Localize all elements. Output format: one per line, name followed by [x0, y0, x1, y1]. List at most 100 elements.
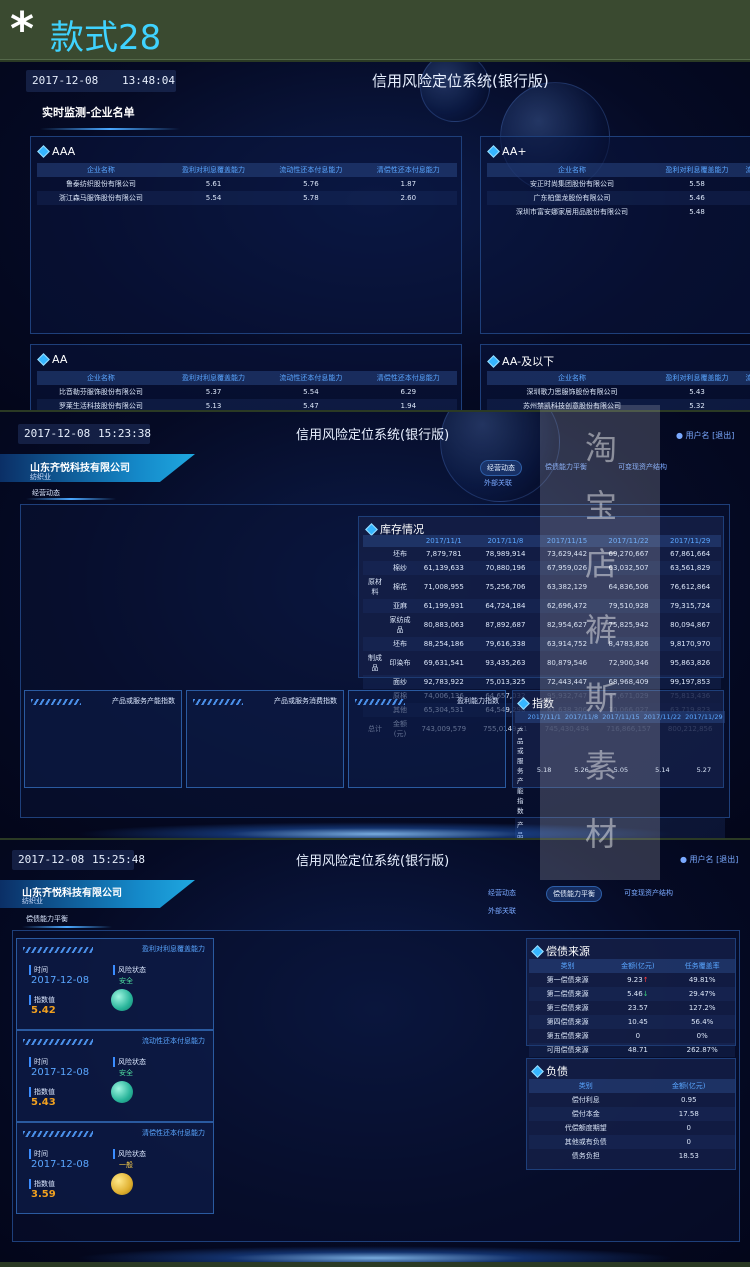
cell: 可用偿债来源	[529, 1043, 607, 1057]
cell: 5.37	[205, 388, 222, 396]
cell: 制成品	[368, 654, 382, 672]
capacity-index-box: 产品或服务产能指数	[24, 690, 182, 788]
datetime-display: 2017-12-08 13:48:04	[26, 70, 176, 92]
col-blank	[515, 711, 526, 723]
box-title: AA+	[502, 145, 527, 158]
watermark-char: 裤	[584, 611, 617, 649]
cell: 79,616,338	[474, 637, 537, 651]
col-solvency: 清偿性还本付息能力	[359, 371, 457, 385]
box-title: 产品或服务产能指数	[112, 697, 175, 705]
risk-indicator-safe	[111, 989, 133, 1011]
cell: 0.95	[680, 1096, 697, 1104]
table-row[interactable]: 偿付利息 0.95	[529, 1093, 735, 1107]
stripe-decoration	[23, 1131, 93, 1137]
stat-box-liquidity: 流动性还本付息能力 时间 2017-12-08 指数值 5.43 风险状态 安全	[16, 1030, 214, 1122]
table-header: 企业名称 盈利对利息覆盖能力 流动性还本付息能力 清偿性还本付息能力	[37, 163, 457, 177]
tab-operations[interactable]: 经营动态	[480, 460, 522, 476]
table-row[interactable]: 浙江森马服饰股份有限公司 5.54 5.78 2.60	[37, 191, 457, 205]
table-row[interactable]: 第三偿债来源 23.57 127.2%	[529, 1001, 735, 1015]
risk-status: 安全	[119, 977, 133, 985]
col-amount: 金额(亿元)	[642, 1079, 735, 1093]
tab-operations[interactable]: 经营动态	[488, 888, 516, 898]
cell: 67,861,664	[670, 550, 711, 558]
time-text: 15:23:38	[98, 427, 151, 440]
cell: 家纺成品	[389, 616, 411, 634]
cell: 5.46↓	[606, 987, 670, 1001]
username: 用户名	[685, 431, 710, 440]
table-row[interactable]: 罗莱生活科技股份有限公司 5.13 5.47 1.94	[37, 399, 457, 410]
table-row[interactable]: 安正时尚集团股份有限公司 5.58	[487, 177, 750, 191]
diamond-icon	[531, 1064, 544, 1078]
col-category: 类别	[529, 1079, 643, 1093]
asterisk-icon: *	[10, 2, 35, 56]
table-row[interactable]: 鲁泰纺织股份有限公司 5.61 5.76 1.87	[37, 177, 457, 191]
col-solvency: 清偿性还本付息能力	[359, 163, 457, 177]
diamond-icon	[365, 522, 378, 536]
cell: 75,256,706	[485, 583, 526, 591]
time-label: 时间	[29, 1149, 48, 1159]
table-row[interactable]: 深圳市富安娜家居用品股份有限公司 5.48	[487, 205, 750, 219]
tab-debt-balance[interactable]: 偿债能力平衡	[546, 886, 602, 902]
table-row[interactable]: 第二偿债来源 5.46↓ 29.47%	[529, 987, 735, 1001]
col-amount: 金额(亿元)	[606, 959, 670, 973]
down-arrow-icon: ↓	[642, 990, 649, 998]
user-icon: ●	[680, 855, 687, 864]
tab-external[interactable]: 外部关联	[488, 906, 516, 916]
table-row[interactable]: 第四偿债来源 10.45 56.4%	[529, 1015, 735, 1029]
table-row[interactable]: 深圳歌力思服饰股份有限公司 5.43	[487, 385, 750, 399]
cell	[363, 547, 387, 561]
debt-sources-box: 偿债来源 类别 金额(亿元) 任务覆盖率 第一偿债来源 9.23↑ 49.81% 第…	[526, 938, 736, 1057]
col-company: 企业名称	[37, 163, 165, 177]
box-header: AA-及以下	[487, 353, 554, 369]
box-title: 负债	[546, 1065, 568, 1078]
table-row[interactable]: 可用偿债来源 48.71 262.87%	[529, 1043, 735, 1057]
stat-value: 3.59	[31, 1189, 56, 1200]
tab-external[interactable]: 外部关联	[484, 478, 512, 488]
user-menu[interactable]: ● 用户名 [退出]	[680, 854, 738, 865]
table-row[interactable]: 债务负担 18.53	[529, 1149, 735, 1163]
cell: 第四偿债来源	[529, 1015, 607, 1029]
col-category: 类别	[529, 959, 607, 973]
user-menu[interactable]: ● 用户名 [退出]	[676, 430, 734, 441]
cell: 99,197,853	[659, 675, 721, 689]
tab-asset-structure[interactable]: 可变现资产结构	[624, 888, 673, 898]
table-row[interactable]: 第一偿债来源 9.23↑ 49.81%	[529, 973, 735, 987]
cell: 深圳歌力思服饰股份有限公司	[526, 388, 618, 396]
cell: 95,863,826	[670, 659, 711, 667]
stat-box-profit: 盈利对利息覆盖能力 时间 2017-12-08 指数值 5.42 风险状态 安全	[16, 938, 214, 1030]
cell: 浙江森马服饰股份有限公司	[37, 191, 165, 205]
company-table: 企业名称 盈利对利息覆盖能力 流动性还本付息能力 清偿性还本付息能力 比音勒芬服…	[37, 371, 457, 410]
cell: 23.57	[627, 1004, 648, 1012]
table-row[interactable]: 比音勒芬服饰股份有限公司 5.37 5.54 6.29	[37, 385, 457, 399]
cell: 64,724,184	[474, 599, 537, 613]
cell: 5.13	[164, 399, 263, 410]
table-header: 企业名称 盈利对利息覆盖能力 流动性还本付息能力 清偿性还本付息能力	[37, 371, 457, 385]
risk-indicator-warn	[111, 1173, 133, 1195]
stat-title: 盈利对利息覆盖能力	[142, 945, 205, 953]
page-subtitle: 实时监测-企业名单	[42, 106, 135, 119]
risk-label: 风险状态	[113, 1149, 146, 1159]
section-label: 偿债能力平衡	[26, 915, 68, 923]
divider	[22, 926, 112, 928]
table-row[interactable]: 代偿额度期望 0	[529, 1121, 735, 1135]
table-row[interactable]: 第五偿债来源 0 0%	[529, 1029, 735, 1043]
consumption-index-box: 产品或服务消费指数	[186, 690, 344, 788]
table-row[interactable]: 其他或有负债 0	[529, 1135, 735, 1149]
box-header: 负债	[531, 1063, 568, 1079]
diamond-icon	[487, 354, 500, 368]
logout-link[interactable]: [退出]	[712, 431, 734, 440]
table-row[interactable]: 偿付本金 17.58	[529, 1107, 735, 1121]
cell: 5.58	[689, 180, 705, 188]
cell: 5.61	[205, 180, 222, 188]
cell: 79,315,724	[659, 599, 721, 613]
cell: 262.87%	[669, 1043, 735, 1057]
cell	[363, 561, 387, 575]
cell: 63,561,829	[659, 561, 721, 575]
table-row[interactable]: 广东柏堡龙股份有限公司 5.46	[487, 191, 750, 205]
cell: 71,008,955	[423, 583, 464, 591]
date-text: 2017-12-08	[24, 427, 91, 440]
index-label: 指数值	[29, 995, 55, 1005]
cell: 棉纱	[387, 561, 413, 575]
logout-link[interactable]: [退出]	[716, 855, 738, 864]
cell: 亚麻	[387, 599, 413, 613]
